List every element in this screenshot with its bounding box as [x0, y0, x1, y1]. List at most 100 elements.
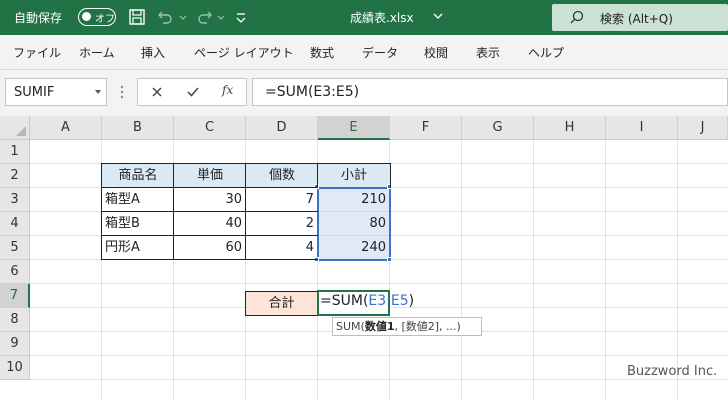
search-box[interactable]: 検索 (Alt+Q) [552, 4, 728, 31]
name-box-value: SUMIF [14, 85, 55, 100]
column-header-g[interactable]: G [462, 116, 534, 140]
gridline [30, 283, 728, 284]
table-cell[interactable]: 60 [174, 236, 246, 260]
cancel-icon[interactable] [150, 85, 164, 99]
table-border [101, 259, 318, 260]
tab-home[interactable]: ホーム [79, 44, 115, 61]
row-header-8[interactable]: 8 [0, 308, 30, 332]
undo-dropdown-icon[interactable] [178, 8, 188, 26]
table-cell[interactable]: 210 [318, 188, 390, 212]
active-cell-formula: =SUM(E3:E5) [320, 293, 414, 309]
column-header-i[interactable]: I [606, 116, 678, 140]
table-border [245, 163, 246, 260]
column-header-e[interactable]: E [318, 116, 390, 140]
table-border [317, 163, 318, 188]
save-icon[interactable] [128, 8, 146, 26]
table-border [101, 163, 391, 164]
watermark: Buzzword Inc. [627, 364, 718, 379]
tab-review[interactable]: 校閲 [424, 44, 448, 61]
table-border [101, 235, 318, 236]
ribbon-tabs: ファイル ホーム 挿入 ページ レイアウト 数式 データ 校閲 表示 ヘルプ [0, 35, 728, 70]
formula-buttons: fx [137, 78, 247, 106]
table-border [390, 163, 391, 188]
toggle-knob [82, 12, 91, 21]
insert-function-icon[interactable]: fx [222, 83, 233, 97]
drag-handle-icon[interactable] [120, 83, 124, 101]
table-cell[interactable]: 箱型A [102, 188, 174, 212]
tooltip-current-arg: 数値1 [364, 320, 395, 333]
search-placeholder: 検索 (Alt+Q) [600, 12, 673, 26]
gridline [533, 140, 534, 400]
tooltip-prefix: SUM( [336, 320, 365, 333]
row-header-7[interactable]: 7 [0, 284, 30, 308]
table-header-cell[interactable]: 小計 [318, 164, 390, 188]
table-cell[interactable]: 80 [318, 212, 390, 236]
table-cell[interactable]: 4 [246, 236, 318, 260]
gridline [30, 355, 728, 356]
table-cell[interactable]: 30 [174, 188, 246, 212]
tab-help[interactable]: ヘルプ [528, 44, 564, 61]
column-header-h[interactable]: H [534, 116, 606, 140]
row-header-4[interactable]: 4 [0, 212, 30, 236]
formula-prefix: =SUM( [320, 293, 369, 309]
select-all-triangle-icon [16, 126, 26, 136]
row-header-3[interactable]: 3 [0, 188, 30, 212]
tab-data[interactable]: データ [362, 44, 398, 61]
formula-bar: SUMIF fx =SUM(E3:E5) [0, 70, 728, 116]
column-header-c[interactable]: C [174, 116, 246, 140]
row-header-2[interactable]: 2 [0, 164, 30, 188]
row-header-10[interactable]: 10 [0, 356, 30, 380]
table-cell[interactable]: 240 [318, 236, 390, 260]
column-header-a[interactable]: A [30, 116, 102, 140]
worksheet-grid: A B C D E F G H I J 1 2 3 4 5 6 7 8 9 10… [0, 116, 728, 400]
function-tooltip[interactable]: SUM(数値1, [数値2], ...) [332, 317, 482, 336]
table-cell[interactable]: 40 [174, 212, 246, 236]
total-label-cell[interactable]: 合計 [245, 291, 318, 316]
table-cell[interactable]: 2 [246, 212, 318, 236]
table-cell[interactable]: 円形A [102, 236, 174, 260]
redo-icon[interactable] [196, 8, 214, 26]
name-box[interactable]: SUMIF [5, 78, 107, 106]
tab-file[interactable]: ファイル [13, 44, 61, 61]
autosave-label: 自動保存 [14, 11, 63, 25]
title-bar: 自動保存 オフ 成績表.xlsx 検索 (Alt+Q) [0, 0, 728, 35]
formula-suffix: ) [408, 293, 415, 309]
autosave-toggle[interactable]: オフ [78, 8, 116, 26]
formula-input[interactable]: =SUM(E3:E5) [252, 78, 728, 106]
row-header-5[interactable]: 5 [0, 236, 30, 260]
tab-insert[interactable]: 挿入 [141, 44, 165, 61]
customize-toolbar-icon[interactable] [234, 8, 248, 26]
column-header-d[interactable]: D [246, 116, 318, 140]
column-header-b[interactable]: B [102, 116, 174, 140]
tooltip-rest: , [数値2], ...) [394, 320, 461, 333]
redo-dropdown-icon[interactable] [216, 8, 226, 26]
table-cell[interactable]: 7 [246, 188, 318, 212]
undo-icon[interactable] [156, 8, 174, 26]
gridline [461, 140, 462, 400]
select-all-corner[interactable] [0, 116, 30, 140]
table-border [173, 163, 174, 260]
table-cell[interactable]: 箱型B [102, 212, 174, 236]
table-header-cell[interactable]: 商品名 [102, 164, 174, 188]
formula-range-ref: E3:E5 [368, 293, 409, 309]
gridline [677, 140, 678, 400]
chevron-down-icon[interactable] [432, 10, 444, 22]
tab-page-layout[interactable]: ページ レイアウト [194, 44, 294, 61]
table-border [101, 187, 318, 188]
column-header-j[interactable]: J [678, 116, 728, 140]
column-header-f[interactable]: F [390, 116, 462, 140]
row-header-9[interactable]: 9 [0, 332, 30, 356]
tab-formulas[interactable]: 数式 [310, 44, 334, 61]
file-title[interactable]: 成績表.xlsx [350, 9, 414, 26]
name-box-dropdown-icon[interactable] [94, 88, 102, 96]
row-header-1[interactable]: 1 [0, 140, 30, 164]
table-header-cell[interactable]: 個数 [246, 164, 318, 188]
table-border [101, 163, 102, 260]
search-icon [570, 10, 584, 24]
formula-text: =SUM(E3:E5) [265, 84, 360, 100]
tab-view[interactable]: 表示 [476, 44, 500, 61]
row-header-6[interactable]: 6 [0, 260, 30, 284]
enter-check-icon[interactable] [186, 85, 200, 99]
gridline [30, 379, 728, 380]
table-header-cell[interactable]: 単価 [174, 164, 246, 188]
